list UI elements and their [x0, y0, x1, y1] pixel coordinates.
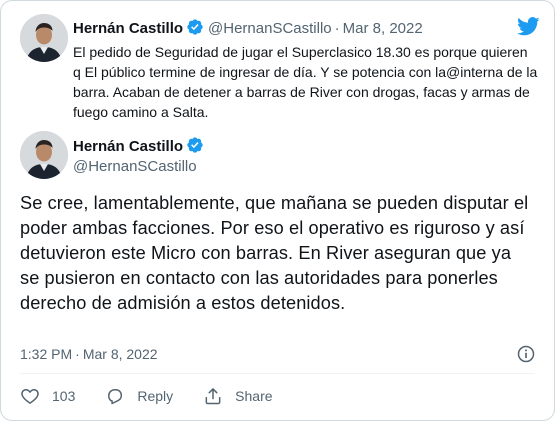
like-count: 103: [52, 388, 76, 404]
author-name[interactable]: Hernán Castillo: [73, 138, 183, 155]
author-avatar[interactable]: [20, 131, 68, 179]
author-name-row: Hernán Castillo: [73, 136, 204, 155]
reply-label: Reply: [137, 388, 174, 404]
share-icon: [205, 388, 221, 405]
tweet-text: Se cree, lamentablemente, que mañana se …: [20, 193, 529, 313]
reply-bubble-icon: [108, 389, 123, 405]
quoted-author-handle[interactable]: @HernanSCastillo: [208, 20, 332, 37]
tweet-date[interactable]: Mar 8, 2022: [83, 346, 158, 362]
tweet-timestamp[interactable]: 1:32 PM · Mar 8, 2022: [20, 346, 158, 362]
action-bar: 103 Reply Share: [20, 383, 303, 409]
verified-badge-icon: [187, 137, 203, 153]
timestamp-separator: ·: [75, 346, 80, 362]
reply-button[interactable]: Reply: [105, 386, 173, 406]
heart-icon: [21, 388, 39, 404]
like-button[interactable]: 103: [20, 386, 75, 406]
verified-badge-icon: [187, 19, 203, 35]
quoted-date[interactable]: Mar 8, 2022: [343, 20, 423, 37]
quoted-header: Hernán Castillo @HernanSCastillo · Mar 8, 2…: [73, 18, 423, 37]
divider: [20, 373, 535, 374]
header-separator: ·: [334, 20, 340, 37]
quoted-author-name[interactable]: Hernán Castillo: [73, 20, 183, 37]
info-icon[interactable]: [516, 344, 536, 364]
author-handle[interactable]: @HernanSCastillo: [73, 158, 197, 175]
share-label: Share: [235, 388, 273, 404]
tweet-card: Hernán Castillo @HernanSCastillo · Mar 8, 2…: [0, 0, 555, 421]
quoted-avatar[interactable]: [20, 14, 68, 62]
share-button[interactable]: Share: [203, 386, 273, 406]
twitter-bird-icon[interactable]: [517, 17, 540, 36]
quoted-tweet-text: El pedido de Seguridad de jugar el Super…: [73, 44, 538, 120]
tweet-time[interactable]: 1:32 PM: [20, 346, 72, 362]
